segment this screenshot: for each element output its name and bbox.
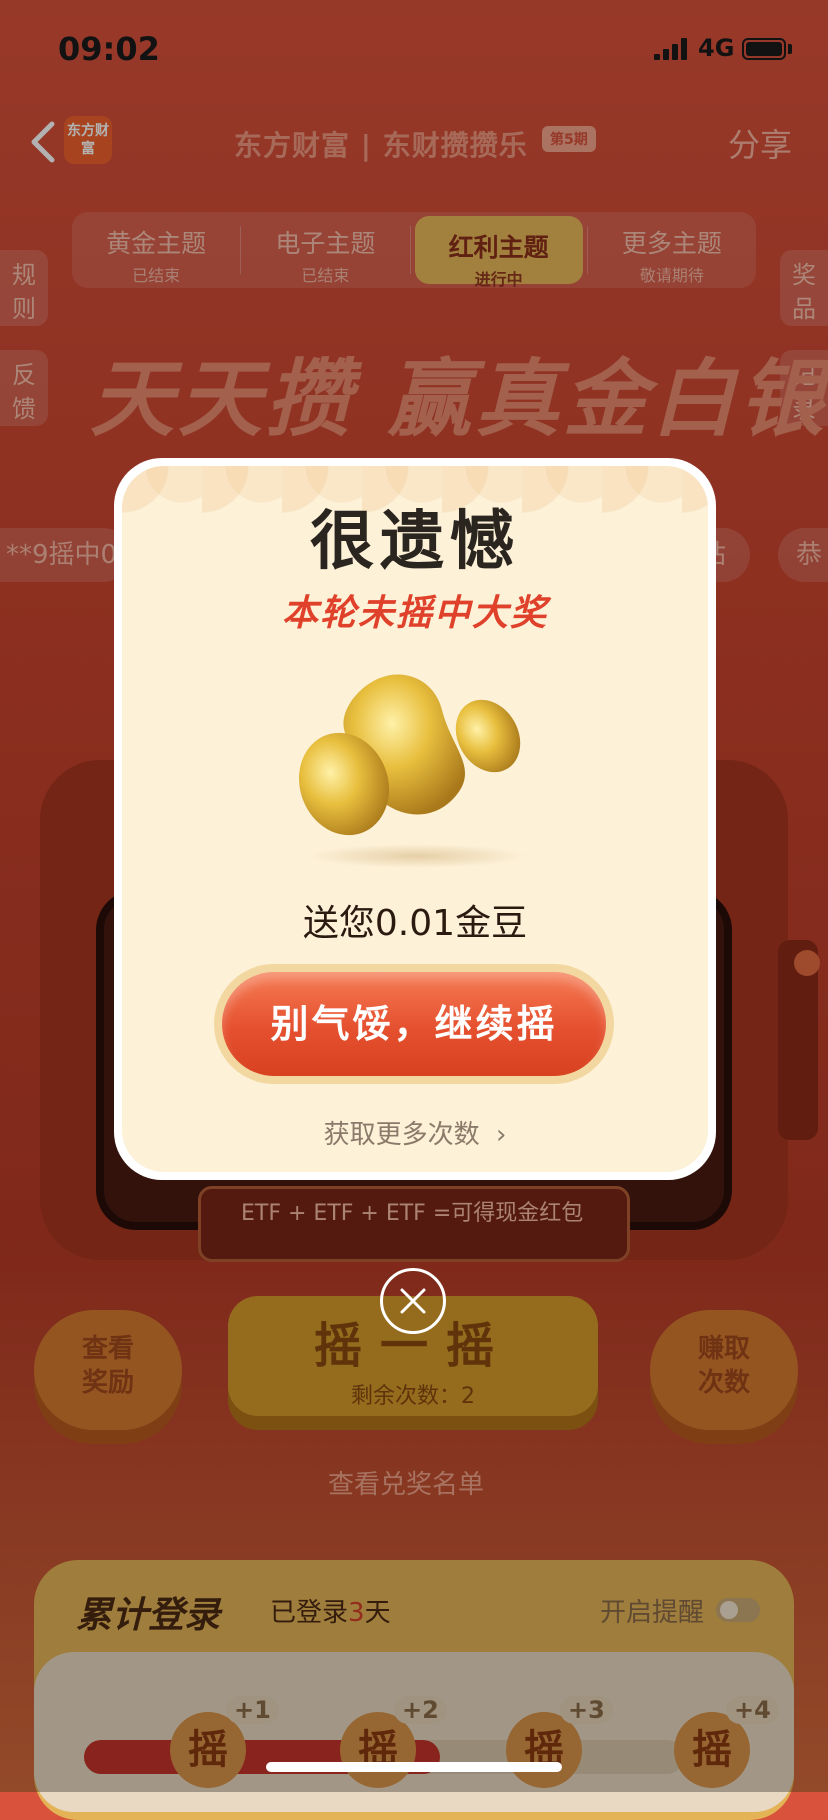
get-more-chances-label: 获取更多次数 — [323, 1120, 480, 1150]
continue-shake-label[interactable]: 别气馁，继续摇 — [222, 972, 606, 1076]
gold-bean-icon — [298, 674, 527, 868]
get-more-chances-link[interactable]: 获取更多次数 › — [122, 1114, 708, 1151]
close-icon — [400, 1288, 426, 1314]
home-indicator — [266, 1762, 562, 1772]
chevron-right-icon: › — [495, 1120, 507, 1150]
modal-subtitle: 本轮未摇中大奖 — [281, 593, 548, 634]
modal-title: 很遗憾 — [310, 505, 520, 579]
close-modal-button[interactable] — [380, 1268, 446, 1334]
gift-text: 送您0.01金豆 — [302, 903, 528, 944]
